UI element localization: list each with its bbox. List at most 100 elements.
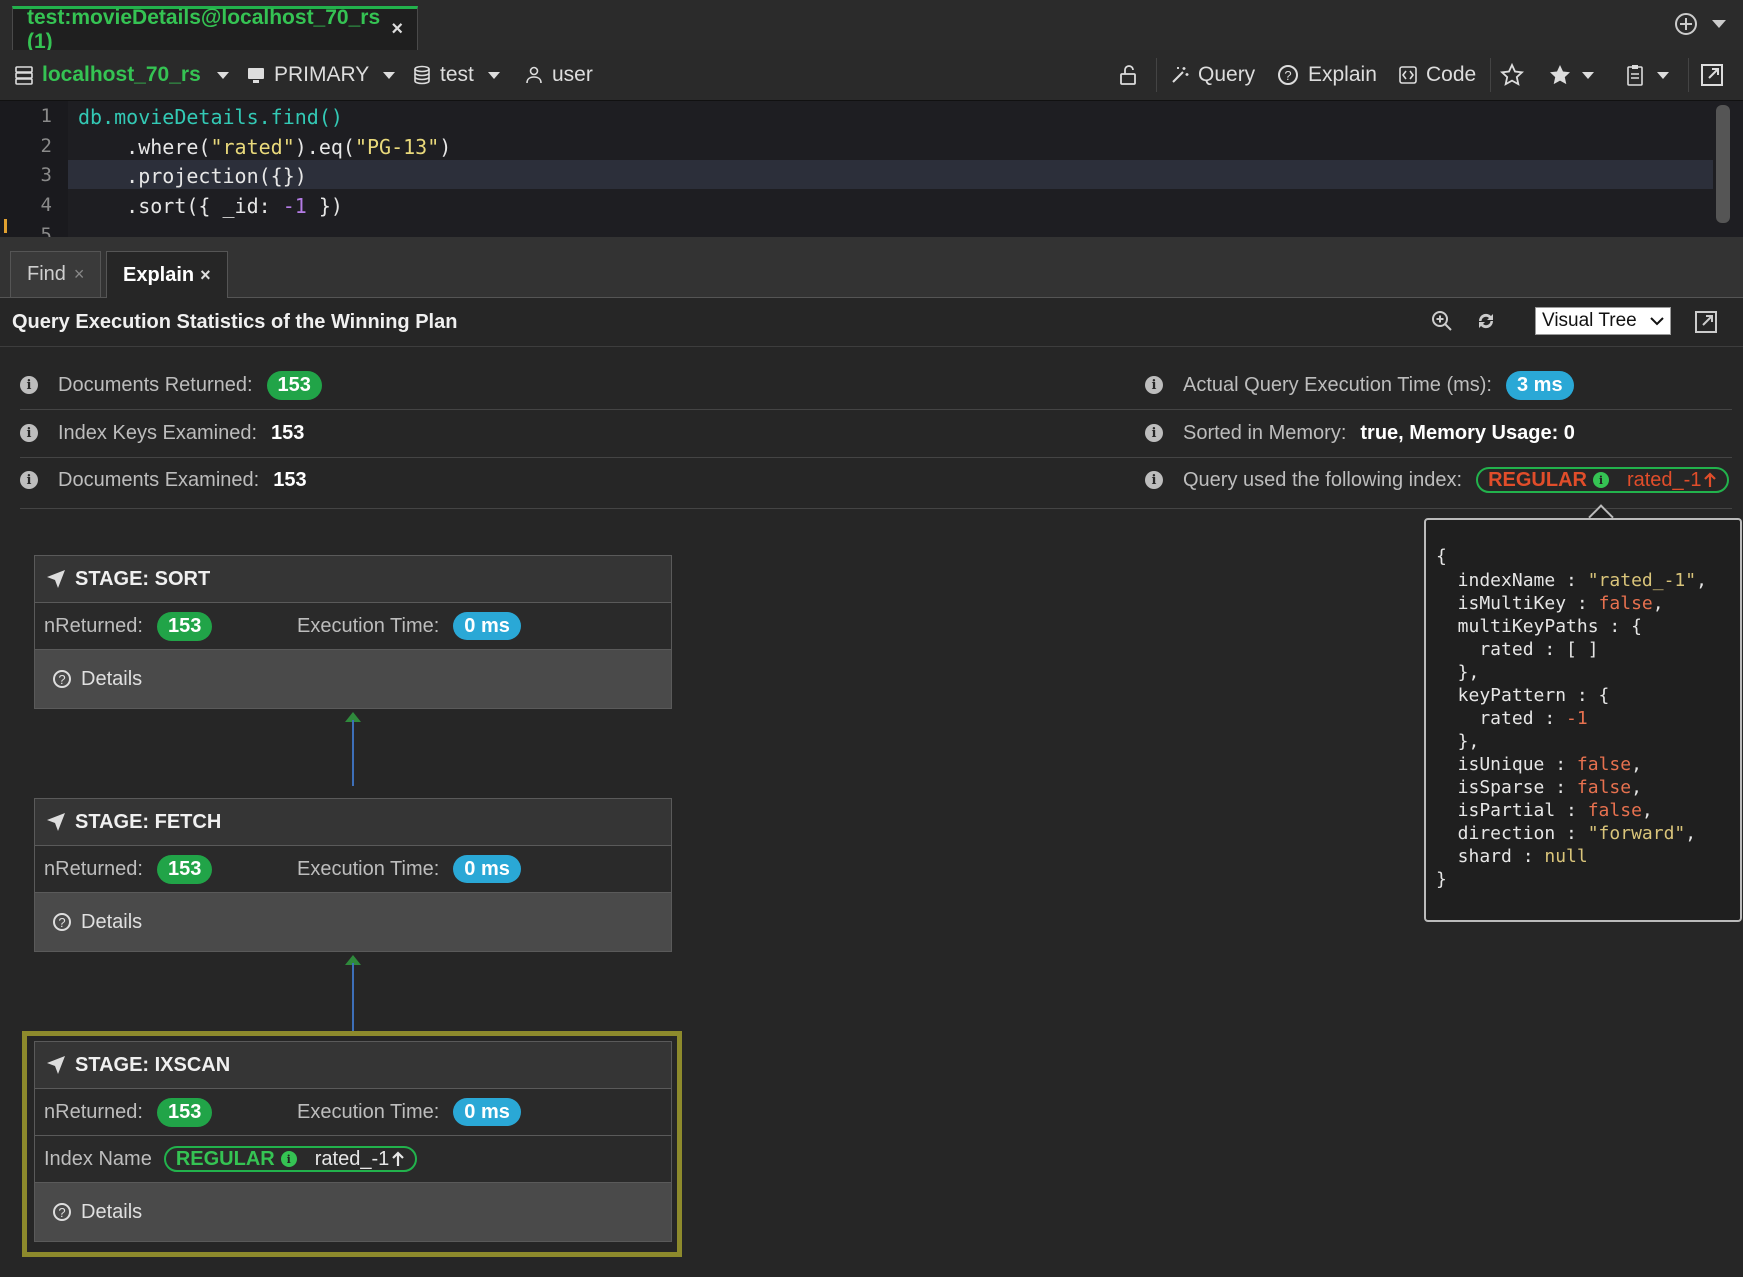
details-label: Details [81,1200,143,1223]
divider [20,508,1732,509]
json-key: keyPattern : { [1436,685,1610,706]
code-string: "rated" [210,135,295,159]
index-name-label: Index Name [44,1147,152,1170]
info-icon: i [1145,376,1163,394]
view-mode-value: Visual Tree [1542,310,1637,331]
json-line: isUnique : false, [1436,754,1642,775]
close-icon[interactable]: × [200,265,211,286]
index-details-popup: { indexName : "rated_-1", isMultiKey : f… [1424,518,1742,922]
tab-menu-chevron-down-icon[interactable] [1712,20,1726,28]
json-key: indexName : [1436,570,1588,591]
index-badge[interactable]: REGULAR i rated_-1 [163,1146,418,1172]
stat-value-badge: 3 ms [1505,370,1574,400]
json-value: false [1598,593,1653,614]
stage-header: STAGE: FETCH [35,799,671,846]
question-icon: ? [1278,65,1298,85]
toolbar-divider [1490,58,1491,92]
json-value: null [1544,846,1588,867]
open-external-icon[interactable] [1694,310,1718,339]
exec-time-label: Execution Time: [297,857,440,880]
document-tab[interactable]: test:movieDetails@localhost_70_rs (1) × [12,6,418,53]
code-string: "PG-13" [354,135,440,159]
result-tabs: Find × Explain × [0,237,1743,298]
document-tab-bar: test:movieDetails@localhost_70_rs (1) × [0,0,1743,53]
editor-scrollbar[interactable] [1716,105,1730,223]
star-icon [1550,65,1570,85]
stage-title: STAGE: FETCH [75,810,222,833]
nreturned-badge: 153 [156,611,213,641]
stat-label: Index Keys Examined: [58,421,257,444]
add-tab-icon[interactable] [1674,12,1726,36]
stage-header: STAGE: IXSCAN [35,1042,671,1089]
exec-time-badge: 0 ms [453,854,521,883]
database-selector[interactable]: test [412,50,500,100]
chevron-down-icon [487,71,500,79]
json-key: isUnique : [1436,754,1577,775]
stage-ixscan[interactable]: STAGE: IXSCAN nReturned: 153 Execution T… [34,1041,672,1242]
json-line: indexName : "rated_-1", [1436,570,1707,591]
exec-time-badge: 0 ms [453,1097,521,1126]
index-type: REGULAR [175,1147,275,1170]
close-icon[interactable]: × [74,264,85,285]
zoom-in-icon[interactable] [1430,309,1454,338]
unlock-icon [1120,65,1136,85]
query-button[interactable]: Query [1170,50,1255,100]
details-label: Details [81,910,143,933]
user-icon [526,66,542,84]
user-selector[interactable]: user [524,50,593,100]
nreturned-label: nReturned: [44,857,143,880]
read-preference-selector[interactable]: PRIMARY [246,50,396,100]
connection-label: localhost_70_rs [42,63,201,86]
index-badge[interactable]: REGULAR i rated_-1 [1476,467,1730,493]
user-label: user [552,63,593,86]
star-outline-icon [1500,63,1524,86]
code-line-4: .sort({ _id: -1 }) [78,194,343,218]
json-key: shard : [1436,846,1545,867]
question-icon: ? [53,913,71,931]
json-line: isPartial : false, [1436,800,1653,821]
json-brace: }, [1436,662,1480,683]
close-icon[interactable]: × [391,18,403,41]
query-editor[interactable]: 1 2 3 4 5 db.movieDetails.find() .where(… [0,101,1743,237]
json-brace: }, [1436,731,1480,752]
line-number: 5 [40,224,52,237]
index-type: REGULAR [1488,468,1587,491]
view-mode-select[interactable]: Visual Tree [1535,307,1671,335]
index-name: rated_-1 [1626,468,1702,491]
favorite-add-button[interactable] [1500,50,1524,100]
info-icon: i [20,376,38,394]
exec-time: Execution Time: 0 ms [297,611,521,640]
code-number: -1 [282,194,307,218]
arrow-up-icon [1704,472,1717,487]
nreturned-label: nReturned: [44,1100,143,1123]
connection-selector[interactable]: localhost_70_rs [14,50,229,100]
info-icon: i [20,471,38,489]
favorites-menu-button[interactable] [1548,50,1594,100]
explain-button[interactable]: ? Explain [1278,50,1377,100]
arrow-up-icon [392,1151,405,1166]
stat-value-badge: 153 [266,370,322,400]
stage-title: STAGE: SORT [75,567,211,590]
stat-index-used: i Query used the following index: REGULA… [1145,463,1730,497]
divider [20,409,1732,410]
line-number: 4 [40,194,52,216]
maximize-button[interactable] [1700,50,1724,100]
stage-fetch: STAGE: FETCH nReturned: 153 Execution Ti… [34,798,672,952]
refresh-icon[interactable] [1474,309,1498,338]
stage-details-toggle[interactable]: ? Details [35,650,671,708]
stage-details-toggle[interactable]: ? Details [35,893,671,951]
stage-details-toggle[interactable]: ? Details [35,1183,671,1241]
read-preference-label: PRIMARY [274,63,370,86]
chevron-down-icon [383,71,396,79]
tab-find[interactable]: Find × [10,251,102,297]
details-label: Details [81,667,143,690]
clipboard-menu-button[interactable] [1625,50,1669,100]
unlock-button[interactable] [1118,50,1140,100]
json-value: false [1576,754,1632,775]
code-token: .where( [78,135,211,159]
code-button[interactable]: Code [1398,50,1476,100]
json-line: rated : [ ] [1436,639,1599,660]
exec-time-label: Execution Time: [297,1100,440,1123]
stat-documents-examined: i Documents Examined: 153 [20,463,307,497]
tab-explain[interactable]: Explain × [106,251,228,298]
